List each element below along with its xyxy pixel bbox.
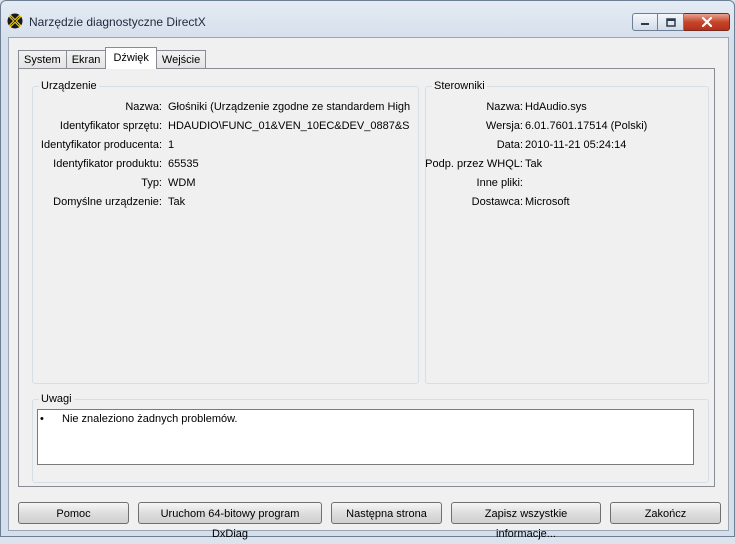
- directx-icon: [7, 13, 23, 29]
- device-name-row: Nazwa:: [33, 101, 162, 115]
- hardware-id-row: Identyfikator sprzętu:: [33, 120, 162, 134]
- tab-display[interactable]: Ekran: [65, 50, 107, 69]
- tab-sound[interactable]: Dźwięk: [105, 47, 157, 69]
- hardware-id-label: Identyfikator sprzętu:: [59, 120, 162, 132]
- default-device-label: Domyślne urządzenie:: [53, 196, 162, 208]
- dxdiag-window: Narzędzie diagnostyczne DirectX System E…: [0, 0, 735, 540]
- tab-input[interactable]: Wejście: [155, 50, 207, 69]
- notes-group-title: Uwagi: [39, 393, 74, 405]
- product-id-row: Identyfikator produktu:: [33, 158, 162, 172]
- whql-label: Podp. przez WHQL:: [425, 158, 523, 170]
- whql-value: Tak: [525, 158, 543, 170]
- note-text: Nie znaleziono żadnych problemów.: [62, 413, 238, 425]
- driver-date-value: 2010-11-21 05:24:14: [525, 139, 627, 151]
- bullet-icon: •: [40, 413, 44, 425]
- sound-tab-panel: Urządzenie Nazwa: Głośniki (Urządzenie z…: [18, 68, 715, 487]
- title-bar[interactable]: Narzędzie diagnostyczne DirectX: [1, 1, 734, 37]
- driver-date-label: Data:: [496, 139, 523, 151]
- product-id-label: Identyfikator produktu:: [53, 158, 162, 170]
- type-label: Typ:: [141, 177, 162, 189]
- manufacturer-id-label: Identyfikator producenta:: [40, 139, 162, 151]
- device-name-label: Nazwa:: [125, 101, 162, 113]
- type-value: WDM: [168, 177, 196, 189]
- provider-row: Dostawca:: [426, 196, 523, 210]
- product-id-value: 65535: [168, 158, 199, 170]
- other-files-row: Inne pliki:: [426, 177, 523, 191]
- device-name-value: Głośniki (Urządzenie zgodne ze standarde…: [168, 101, 411, 113]
- driver-date-row: Data:: [426, 139, 523, 153]
- run-64bit-dxdiag-button[interactable]: Uruchom 64-bitowy program DxDiag: [138, 502, 322, 540]
- tab-strip: System Ekran Dźwięk Wejście: [18, 47, 207, 69]
- drivers-group-title: Sterowniki: [432, 80, 487, 92]
- driver-version-label: Wersja:: [485, 120, 523, 132]
- driver-name-value: HdAudio.sys: [525, 101, 587, 113]
- default-device-value: Tak: [168, 196, 186, 208]
- device-group: Urządzenie Nazwa: Głośniki (Urządzenie z…: [32, 80, 419, 384]
- notes-textbox[interactable]: • Nie znaleziono żadnych problemów.: [37, 409, 694, 465]
- driver-name-label: Nazwa:: [486, 101, 523, 113]
- provider-value: Microsoft: [525, 196, 570, 208]
- tab-system[interactable]: System: [18, 50, 67, 69]
- default-device-row: Domyślne urządzenie:: [33, 196, 162, 210]
- minimize-icon: [641, 23, 649, 25]
- list-item: • Nie znaleziono żadnych problemów.: [40, 413, 238, 425]
- dialog-client-area: System Ekran Dźwięk Wejście Urządzenie N…: [8, 37, 729, 540]
- help-button[interactable]: Pomoc: [18, 502, 129, 524]
- save-all-info-button[interactable]: Zapisz wszystkie informacje...: [451, 502, 601, 540]
- manufacturer-id-row: Identyfikator producenta:: [33, 139, 162, 153]
- close-button[interactable]: [684, 13, 730, 31]
- manufacturer-id-value: 1: [168, 139, 175, 151]
- provider-label: Dostawca:: [471, 196, 523, 208]
- next-page-button[interactable]: Następna strona: [331, 502, 442, 524]
- button-bar: Pomoc Uruchom 64-bitowy program DxDiag N…: [17, 502, 721, 540]
- other-files-label: Inne pliki:: [476, 177, 523, 189]
- driver-version-row: Wersja:: [426, 120, 523, 134]
- window-controls: [632, 13, 730, 31]
- maximize-button[interactable]: [658, 13, 684, 31]
- device-group-title: Urządzenie: [39, 80, 99, 92]
- minimize-button[interactable]: [632, 13, 658, 31]
- notes-group: Uwagi • Nie znaleziono żadnych problemów.: [32, 393, 709, 483]
- driver-version-value: 6.01.7601.17514 (Polski): [525, 120, 648, 132]
- exit-button[interactable]: Zakończ: [610, 502, 721, 524]
- close-icon: [701, 17, 712, 27]
- window-title: Narzędzie diagnostyczne DirectX: [29, 15, 206, 29]
- maximize-icon: [665, 17, 676, 27]
- hardware-id-value: HDAUDIO\FUNC_01&VEN_10EC&DEV_0887&SUBSYS: [168, 120, 410, 132]
- type-row: Typ:: [33, 177, 162, 191]
- drivers-group: Sterowniki Nazwa: HdAudio.sys Wersja: 6.…: [425, 80, 709, 384]
- driver-name-row: Nazwa:: [426, 101, 523, 115]
- whql-row: Podp. przez WHQL:: [425, 158, 523, 172]
